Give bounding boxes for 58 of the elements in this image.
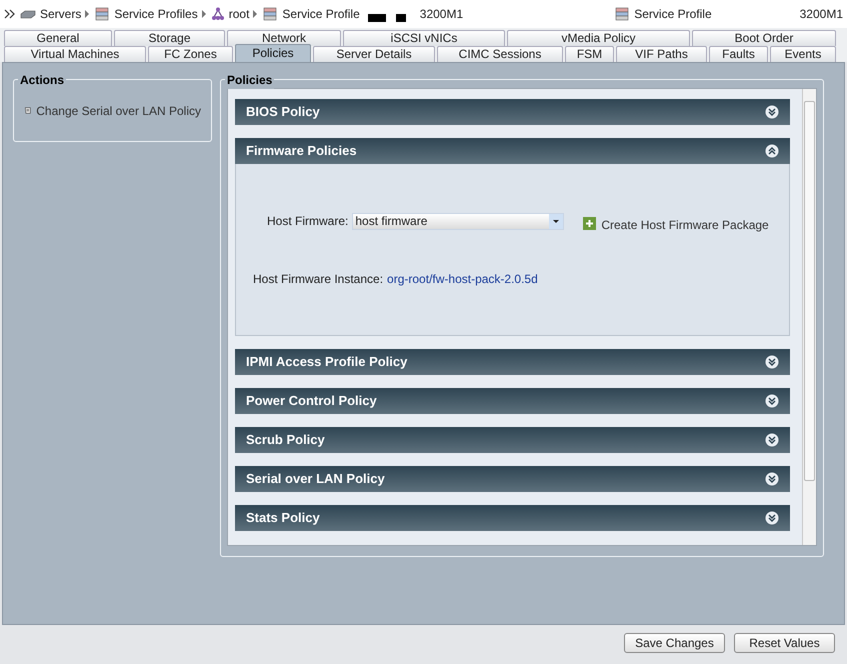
breadcrumb-link[interactable]: Service Profiles (114, 5, 198, 23)
org-tree-icon (210, 7, 225, 21)
section-title: IPMI Access Profile Policy (246, 353, 408, 372)
action-button[interactable]: Reset Values (734, 633, 835, 653)
tab[interactable]: iSCSI vNICs (343, 30, 505, 46)
tab[interactable]: Network (227, 30, 341, 46)
server-stack-icon (614, 7, 630, 21)
field-label: Host Firmware Instance: (253, 271, 384, 288)
arrow-right-icon (85, 10, 90, 18)
profile-title: Service Profile (634, 6, 712, 23)
breadcrumb-link[interactable]: root (228, 5, 250, 23)
arrow-right-icon (202, 10, 207, 18)
profile-name: 3200M1 (800, 6, 843, 23)
server-icon (20, 9, 36, 19)
tab[interactable]: Faults (709, 46, 768, 62)
field-label: Host Firmware: (267, 213, 348, 230)
double-chevron-icon (4, 9, 16, 19)
section-title: Firmware Policies (246, 142, 358, 160)
redaction-mark (396, 14, 406, 22)
tab[interactable]: Storage (114, 30, 225, 46)
section-header[interactable]: Scrub Policy (235, 427, 790, 453)
section-title: Power Control Policy (246, 392, 378, 410)
plus-icon (583, 216, 596, 230)
breadcrumb-link[interactable]: Servers (40, 5, 82, 23)
section-header[interactable]: Serial over LAN Policy (235, 466, 790, 492)
breadcrumb-link[interactable]: Service Profile (282, 5, 360, 23)
section-header[interactable]: IPMI Access Profile Policy (235, 349, 790, 375)
section-header[interactable]: Firmware Policies (235, 138, 790, 164)
server-stack-icon (262, 7, 278, 21)
section-title: BIOS Policy (246, 103, 321, 122)
tab[interactable]: VIF Paths (616, 46, 707, 62)
section-title: Serial over LAN Policy (246, 470, 386, 488)
dropdown-caret-icon (549, 214, 564, 228)
tab[interactable]: Virtual Machines (4, 46, 146, 62)
tab[interactable]: General (4, 30, 112, 46)
tab[interactable]: Server Details (313, 46, 435, 62)
tab[interactable]: CIMC Sessions (437, 46, 563, 62)
action-button[interactable]: Save Changes (624, 633, 725, 653)
tab[interactable]: FSM (565, 46, 614, 62)
section-title: Stats Policy (246, 509, 321, 528)
server-stack-icon (94, 7, 110, 21)
section-header[interactable]: Power Control Policy (235, 388, 790, 414)
tab[interactable]: Events (770, 46, 836, 62)
tab[interactable]: Policies (235, 44, 311, 62)
section-header[interactable]: Stats Policy (235, 505, 790, 531)
arrow-right-icon (253, 10, 258, 18)
dropdown[interactable]: host firmware (352, 212, 564, 230)
tab[interactable]: FC Zones (148, 46, 233, 62)
tab[interactable]: vMedia Policy (507, 30, 690, 46)
section-header[interactable]: BIOS Policy (235, 99, 790, 125)
tab[interactable]: Boot Order (692, 30, 836, 46)
action-link[interactable]: Change Serial over LAN Policy (36, 102, 201, 120)
create-link[interactable]: Create Host Firmware Package (601, 216, 769, 234)
scrollbar[interactable] (802, 89, 816, 545)
instance-link[interactable]: org-root/fw-host-pack-2.0.5d (387, 270, 538, 288)
section-title: Scrub Policy (246, 431, 326, 450)
redaction-mark (368, 14, 386, 22)
profile-name: 3200M1 (420, 6, 464, 23)
